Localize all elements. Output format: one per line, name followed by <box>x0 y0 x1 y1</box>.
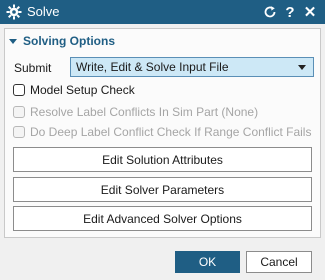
submit-dropdown[interactable]: Write, Edit & Solve Input File <box>70 57 314 77</box>
window-title: Solve <box>27 4 60 19</box>
resolve-label-conflicts-checkbox: Resolve Label Conflicts In Sim Part (Non… <box>13 104 258 120</box>
title-bar: Solve ? ✕ <box>0 0 325 24</box>
checkbox-box[interactable] <box>13 84 25 96</box>
section-title: Solving Options <box>23 34 115 48</box>
gear-icon <box>6 4 22 20</box>
cancel-button[interactable]: Cancel <box>246 251 312 273</box>
submit-dropdown-value: Write, Edit & Solve Input File <box>76 60 229 74</box>
close-icon[interactable]: ✕ <box>301 2 319 22</box>
deep-label-conflict-checkbox: Do Deep Label Conflict Check If Range Co… <box>13 124 311 140</box>
reset-icon[interactable] <box>261 2 279 22</box>
dropdown-arrow-icon <box>298 65 306 70</box>
checkbox-box <box>13 106 25 118</box>
checkbox-label: Do Deep Label Conflict Check If Range Co… <box>30 125 312 139</box>
checkbox-label: Resolve Label Conflicts In Sim Part (Non… <box>30 105 259 119</box>
checkbox-box <box>13 126 25 138</box>
help-icon[interactable]: ? <box>281 2 299 22</box>
checkbox-label: Model Setup Check <box>30 83 135 97</box>
collapse-triangle-icon <box>9 38 17 44</box>
model-setup-check-checkbox[interactable]: Model Setup Check <box>13 82 135 98</box>
edit-advanced-solver-options-button[interactable]: Edit Advanced Solver Options <box>13 206 312 231</box>
section-header-solving-options[interactable]: Solving Options <box>9 33 115 49</box>
submit-label: Submit <box>14 61 52 75</box>
edit-solution-attributes-button[interactable]: Edit Solution Attributes <box>13 147 312 172</box>
ok-button[interactable]: OK <box>175 251 240 273</box>
edit-solver-parameters-button[interactable]: Edit Solver Parameters <box>13 177 312 202</box>
